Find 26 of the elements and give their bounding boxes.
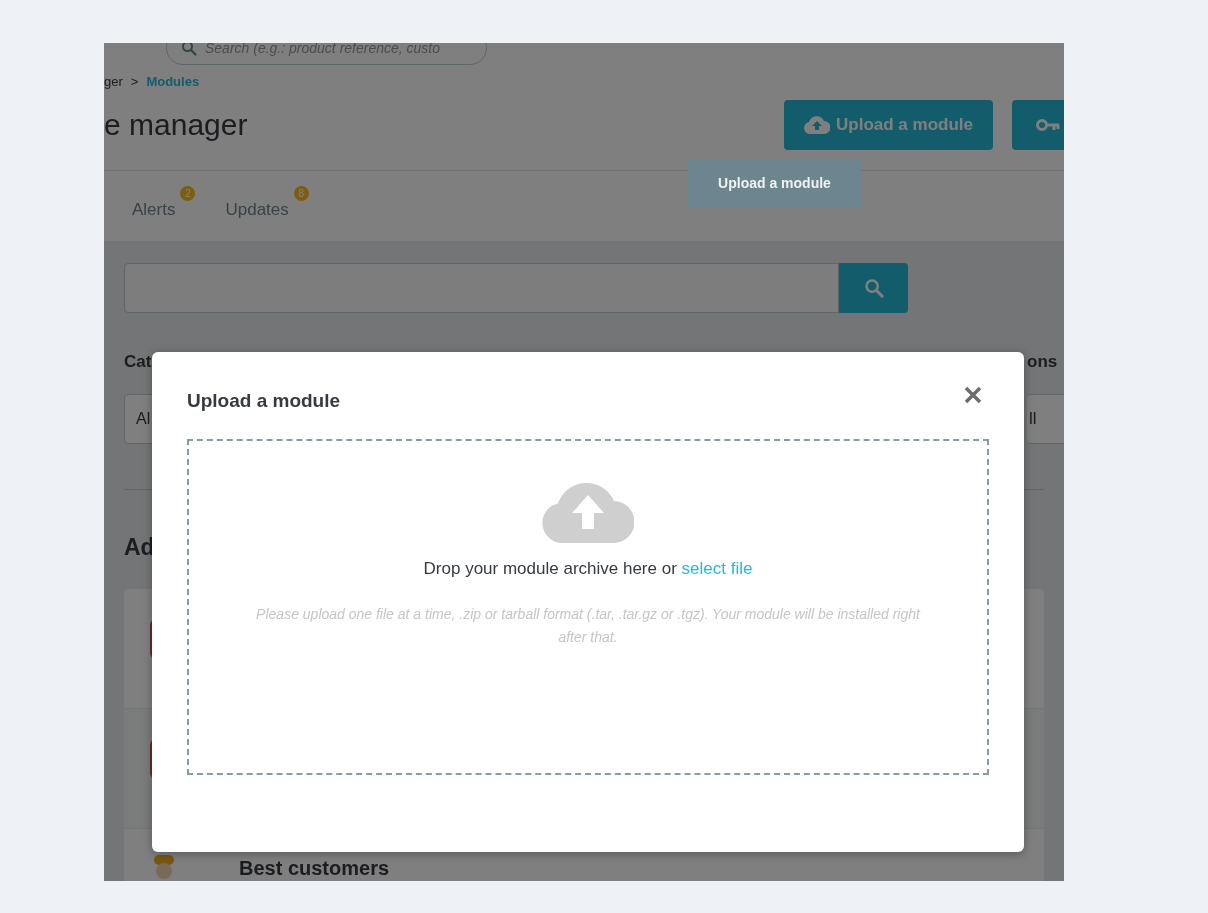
tooltip: Upload a module: [688, 159, 861, 207]
count-badge: 2: [180, 186, 196, 201]
filter-label: ons: [1027, 352, 1059, 372]
filter-select[interactable]: ll: [1027, 394, 1064, 444]
close-icon: [963, 385, 983, 405]
search-icon: [181, 43, 197, 56]
close-button[interactable]: [963, 385, 983, 405]
count-badge: 8: [293, 186, 309, 201]
search-button[interactable]: [839, 263, 908, 313]
key-icon: [1036, 117, 1060, 132]
cloud-upload-icon: [804, 115, 831, 134]
breadcrumb-link[interactable]: ger: [104, 73, 123, 89]
search-icon: [863, 278, 884, 298]
search-input[interactable]: [124, 263, 839, 313]
breadcrumb-separator: >: [130, 73, 139, 89]
breadcrumb-link[interactable]: Modules: [146, 73, 200, 89]
drop-zone[interactable]: Drop your module archive here or select file Please upload one file at a time, .zip or tarball format (.tar, .tar.gz or .tgz). Your module will be installed right after that.: [187, 439, 989, 775]
drop-instruction: Drop your module archive here or select file: [423, 559, 753, 579]
filter-label: Cat: [124, 352, 153, 372]
module-name: Best customers: [239, 857, 390, 880]
select-file-link[interactable]: select file: [681, 559, 753, 578]
cloud-upload-icon: [542, 481, 634, 543]
upload-button[interactable]: Upload a module: [784, 99, 993, 150]
upload-hint: Please upload one file at a time, .zip or tarball format (.tar, .tar.gz or .tgz). Your module will be installed right after that.: [255, 605, 922, 647]
page-title: e manager: [104, 107, 248, 142]
dialog-title: Upload a module: [187, 390, 341, 412]
